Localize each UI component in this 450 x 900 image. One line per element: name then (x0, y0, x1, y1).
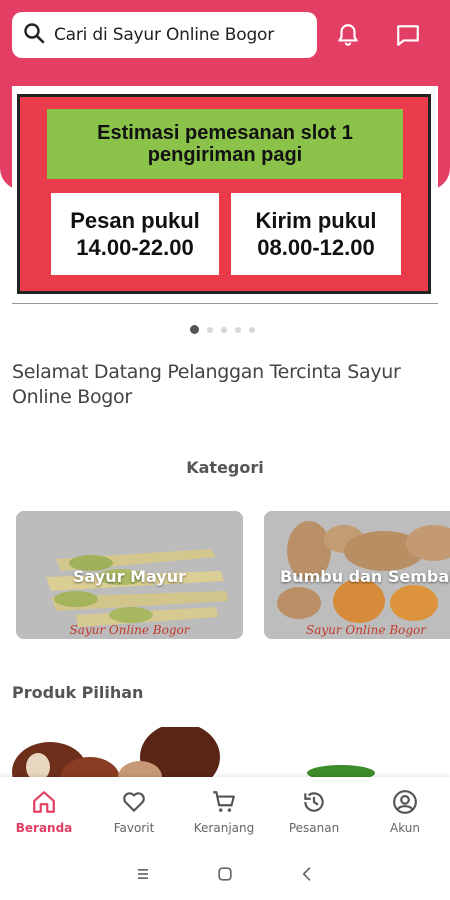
home-button-icon[interactable] (213, 862, 237, 886)
recents-icon[interactable] (131, 862, 155, 886)
system-navigation-bar (0, 845, 450, 900)
nav-item-beranda[interactable]: Beranda (0, 789, 89, 835)
back-icon[interactable] (295, 862, 319, 886)
featured-products-heading: Produk Pilihan (12, 683, 144, 702)
search-placeholder: Cari di Sayur Online Bogor (54, 25, 275, 45)
carousel-dot[interactable] (235, 326, 241, 333)
delivery-time-box: Kirim pukul 08.00-12.00 (231, 193, 401, 275)
carousel-indicator (190, 325, 255, 334)
banner-title: Estimasi pemesanan slot 1 pengiriman pag… (47, 109, 403, 179)
carousel-dot[interactable] (207, 326, 213, 333)
nav-label: Keranjang (193, 821, 255, 835)
nav-item-pesanan[interactable]: Pesanan (269, 789, 359, 835)
carousel-dot[interactable] (190, 325, 199, 334)
category-card-bumbu-sembako[interactable]: Bumbu dan Sembako Sayur Online Bogor (264, 511, 450, 639)
nav-label: Akun (390, 821, 420, 835)
category-label: Bumbu dan Sembako (280, 567, 450, 586)
search-icon (22, 21, 46, 50)
nav-item-keranjang[interactable]: Keranjang (179, 789, 269, 835)
watermark-text: Sayur Online Bogor (69, 623, 190, 637)
carousel-dot[interactable] (249, 326, 255, 333)
carousel-dot[interactable] (221, 326, 227, 333)
promo-banner: Estimasi pemesanan slot 1 pengiriman pag… (17, 94, 431, 294)
nav-label: Pesanan (288, 821, 340, 835)
chat-icon[interactable] (393, 20, 423, 50)
search-input[interactable]: Cari di Sayur Online Bogor (12, 12, 317, 58)
bell-icon[interactable] (333, 20, 363, 50)
heart-icon (123, 792, 145, 812)
watermark-text: Sayur Online Bogor (306, 623, 427, 637)
category-label: Sayur Mayur (72, 567, 187, 586)
nav-item-favorit[interactable]: Favorit (89, 789, 179, 835)
category-heading: Kategori (186, 458, 264, 477)
nav-label: Favorit (113, 821, 155, 835)
welcome-text: Selamat Datang Pelanggan Tercinta Sayur … (12, 361, 401, 408)
cart-icon (213, 791, 235, 812)
category-card-sayur-mayur[interactable]: Sayur Mayur Sayur Online Bogor (16, 511, 243, 639)
account-icon (393, 790, 417, 814)
history-icon (304, 792, 324, 812)
home-icon (33, 791, 55, 813)
promo-banner-card[interactable]: Estimasi pemesanan slot 1 pengiriman pag… (12, 86, 438, 304)
bottom-navigation: Beranda Favorit Keranjang Pesanan Akun (0, 777, 450, 845)
nav-label: Beranda (15, 821, 73, 835)
nav-item-akun[interactable]: Akun (360, 789, 450, 835)
order-time-box: Pesan pukul 14.00-22.00 (51, 193, 219, 275)
